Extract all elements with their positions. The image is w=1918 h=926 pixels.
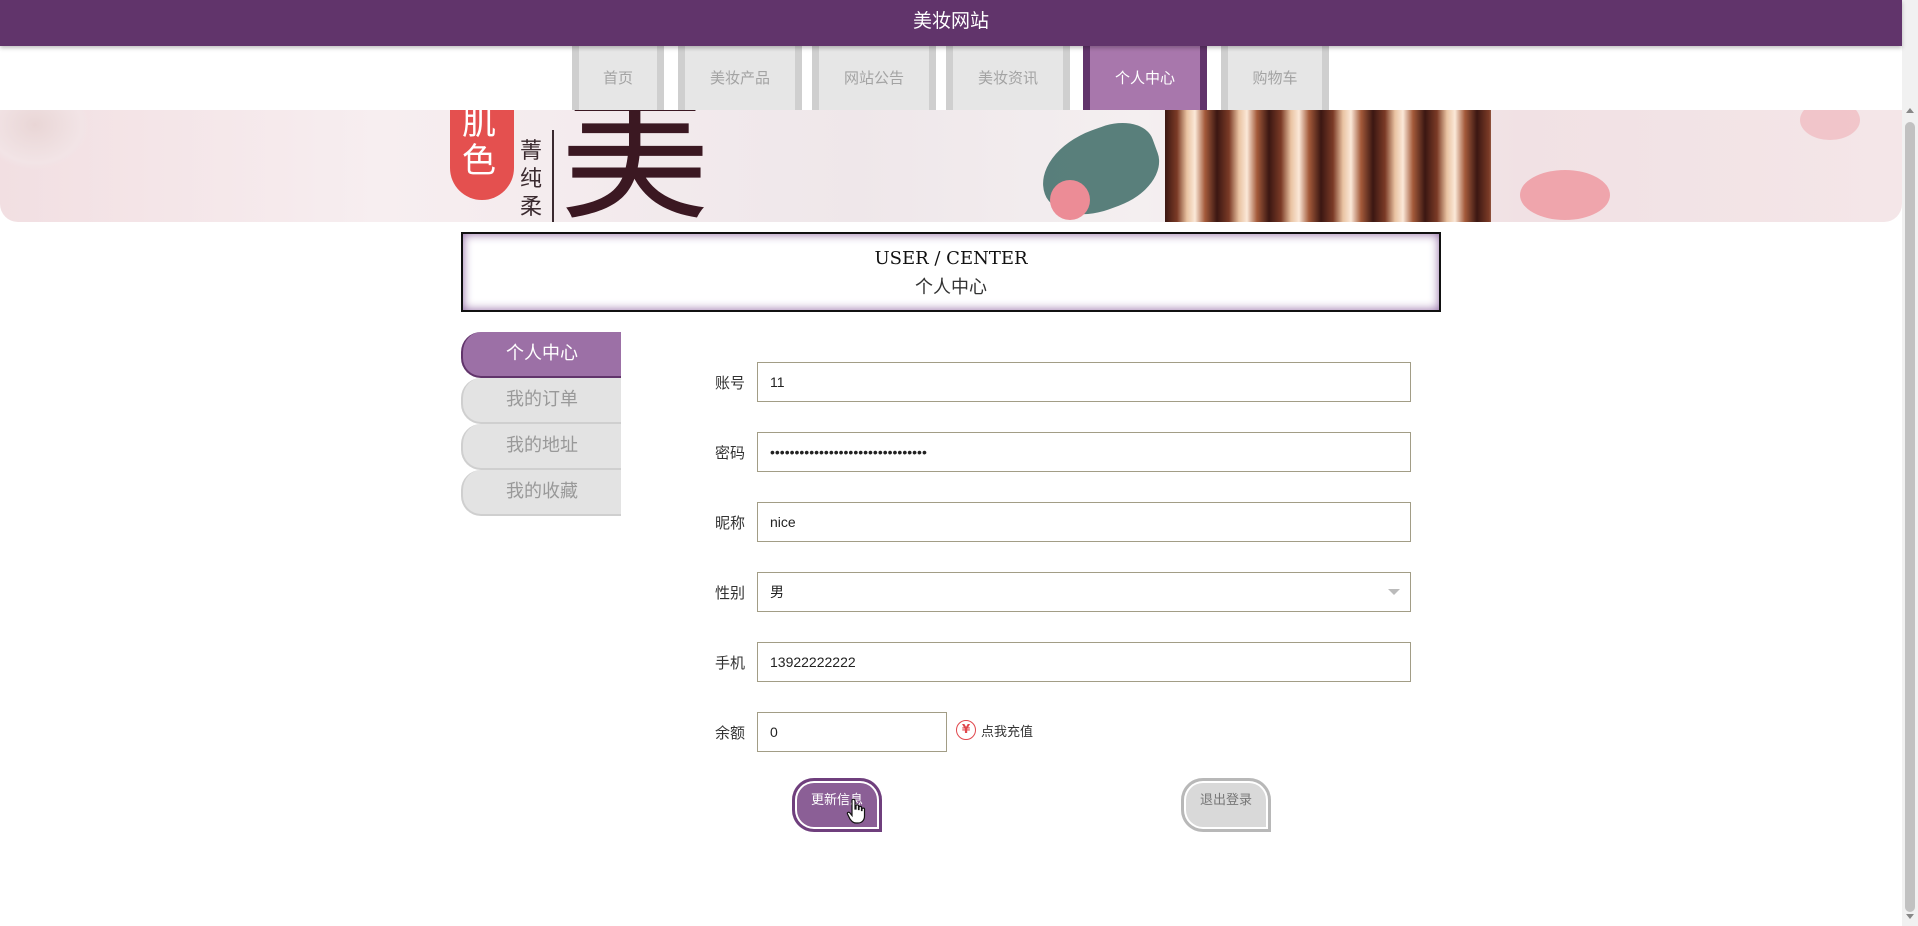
- page-scrollbar[interactable]: [1902, 0, 1918, 926]
- flower-decoration-2: [1050, 180, 1090, 220]
- account-row: 账号: [700, 362, 1420, 402]
- lipstick-product-image: [1165, 110, 1491, 222]
- phone-input[interactable]: [757, 642, 1411, 682]
- sidebar-item-addresses[interactable]: 我的地址: [461, 424, 621, 470]
- scroll-thumb[interactable]: [1905, 122, 1915, 912]
- chevron-down-icon[interactable]: [1388, 589, 1400, 595]
- phone-row: 手机: [700, 642, 1420, 682]
- yen-icon: ¥: [956, 720, 976, 740]
- nickname-row: 昵称: [700, 502, 1420, 542]
- password-row: 密码: [700, 432, 1420, 472]
- scroll-down-icon[interactable]: [1906, 914, 1914, 919]
- nav-item-user-center[interactable]: 个人中心: [1083, 46, 1207, 110]
- gender-selected-value: 男: [770, 584, 784, 600]
- recharge-label: 点我充值: [981, 724, 1034, 740]
- hand-cursor-icon: [846, 798, 866, 824]
- balance-label: 余额: [715, 724, 746, 742]
- main-nav: 首页 美妆产品 网站公告 美妆资讯 个人中心 购物车: [0, 46, 1902, 110]
- account-label: 账号: [715, 374, 746, 392]
- scroll-up-icon[interactable]: [1906, 108, 1914, 113]
- password-input[interactable]: [757, 432, 1411, 472]
- nav-item-home[interactable]: 首页: [572, 46, 664, 110]
- section-title-cn: 个人中心: [915, 277, 987, 298]
- gender-select[interactable]: 男: [757, 572, 1411, 612]
- section-title-en: USER / CENTER: [874, 248, 1028, 269]
- banner-large-text: 美: [560, 110, 711, 222]
- account-input[interactable]: [757, 362, 1411, 402]
- gender-row: 性别 男: [700, 572, 1420, 612]
- nav-item-cart[interactable]: 购物车: [1221, 46, 1329, 110]
- recharge-link[interactable]: ¥ 点我充值: [956, 720, 1033, 740]
- nav-item-notices[interactable]: 网站公告: [812, 46, 936, 110]
- phone-label: 手机: [715, 654, 746, 672]
- sidebar-item-favorites[interactable]: 我的收藏: [461, 470, 621, 516]
- nickname-input[interactable]: [757, 502, 1411, 542]
- banner-badge-text: 肌 色: [462, 110, 496, 181]
- logout-button[interactable]: 退出登录: [1181, 778, 1271, 832]
- balance-input: [757, 712, 947, 752]
- nav-item-news[interactable]: 美妆资讯: [946, 46, 1070, 110]
- balance-row: 余额 ¥ 点我充值: [700, 712, 1420, 752]
- password-label: 密码: [715, 444, 746, 462]
- flower-decoration-3: [1520, 170, 1610, 220]
- section-header: USER / CENTER 个人中心: [461, 232, 1441, 312]
- update-info-button[interactable]: 更新信息: [792, 778, 882, 832]
- sidebar-item-orders[interactable]: 我的订单: [461, 378, 621, 424]
- sidebar-item-user-center[interactable]: 个人中心: [461, 332, 621, 378]
- site-title: 美妆网站: [912, 10, 989, 32]
- site-header: 美妆网站: [0, 0, 1902, 46]
- user-sidebar: 个人中心 我的订单 我的地址 我的收藏: [461, 332, 621, 516]
- nav-item-products[interactable]: 美妆产品: [678, 46, 802, 110]
- flower-decoration-4: [1800, 110, 1860, 140]
- gender-label: 性别: [715, 584, 746, 602]
- promo-banner: 肌 色 菁 纯 柔 美: [0, 110, 1902, 222]
- nickname-label: 昵称: [715, 514, 746, 532]
- banner-side-text: 菁 纯 柔: [520, 139, 543, 220]
- flower-decoration: [0, 110, 90, 170]
- banner-divider: [552, 130, 554, 222]
